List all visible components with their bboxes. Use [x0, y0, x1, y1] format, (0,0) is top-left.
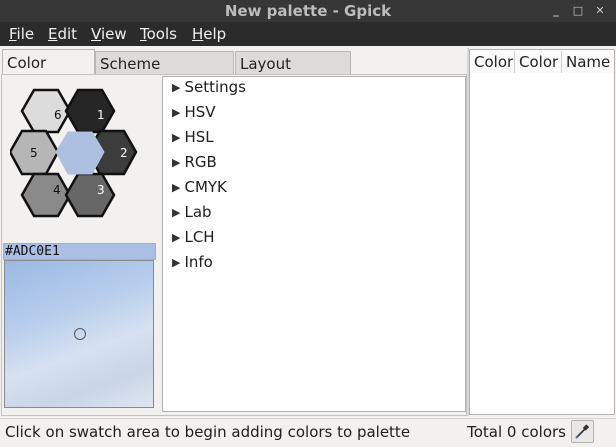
menu-bar: File Edit View Tools Help: [0, 22, 616, 46]
swatch-label-3: 3: [97, 183, 105, 197]
expand-arrow-icon: ▶: [172, 156, 181, 169]
palette-list[interactable]: [469, 49, 615, 415]
swatch-label-1: 1: [97, 108, 105, 122]
tree-item-rgb[interactable]: ▶ RGB: [172, 153, 217, 171]
color-hex-field[interactable]: #ADC0E1: [3, 243, 156, 260]
tab-layout-preview[interactable]: Layout preview: [235, 51, 351, 97]
swatch-cell-1: [64, 88, 116, 134]
swatch-cell-4: [20, 172, 72, 218]
tree-item-hsl[interactable]: ▶ HSL: [172, 128, 214, 146]
tab-scheme-generation[interactable]: Scheme generation: [95, 51, 234, 97]
palette-column-color-text[interactable]: Color: [515, 51, 562, 73]
menu-help[interactable]: Help: [192, 25, 226, 43]
menu-edit[interactable]: Edit: [48, 25, 77, 43]
zoom-preview[interactable]: [4, 260, 154, 408]
minimize-icon[interactable]: _: [548, 3, 564, 19]
swatch-label-6: 6: [54, 108, 62, 122]
expand-arrow-icon: ▶: [172, 256, 181, 269]
swatch-cell-3: [64, 172, 116, 218]
close-icon[interactable]: ✕: [592, 3, 608, 19]
palette-column-name[interactable]: Name: [562, 51, 614, 73]
tree-item-settings[interactable]: ▶ Settings: [172, 78, 246, 96]
tab-color-picker[interactable]: Color picker: [2, 49, 95, 98]
eyedropper-icon: [575, 424, 590, 439]
expand-arrow-icon: ▶: [172, 131, 181, 144]
menu-tools[interactable]: Tools: [140, 25, 177, 43]
swatch-label-4: 4: [53, 183, 61, 197]
menu-file[interactable]: File: [9, 25, 34, 43]
swatch-label-2: 2: [120, 146, 128, 160]
tree-item-info[interactable]: ▶ Info: [172, 253, 213, 271]
tree-item-cmyk[interactable]: ▶ CMYK: [172, 178, 227, 196]
color-swatch[interactable]: 6 1 5 2 4 3: [10, 88, 150, 222]
tree-item-lch[interactable]: ▶ LCH: [172, 228, 215, 246]
expand-arrow-icon: ▶: [172, 106, 181, 119]
maximize-icon[interactable]: □: [570, 3, 586, 19]
expand-arrow-icon: ▶: [172, 231, 181, 244]
tree-item-hsv[interactable]: ▶ HSV: [172, 103, 216, 121]
swatch-cell-6: [20, 88, 72, 134]
menu-view[interactable]: View: [91, 25, 127, 43]
expand-arrow-icon: ▶: [172, 181, 181, 194]
title-bar: New palette - Gpick _ □ ✕: [0, 0, 616, 22]
cursor-ring-icon: [74, 328, 86, 340]
expand-arrow-icon: ▶: [172, 81, 181, 94]
palette-column-color[interactable]: Color: [470, 51, 515, 73]
eyedropper-button[interactable]: [571, 420, 594, 443]
expand-arrow-icon: ▶: [172, 206, 181, 219]
color-count: Total 0 colors: [467, 423, 566, 441]
window-title: New palette - Gpick: [224, 2, 392, 20]
swatch-label-5: 5: [30, 146, 38, 160]
status-hint: Click on swatch area to begin adding col…: [5, 423, 411, 441]
tree-item-lab[interactable]: ▶ Lab: [172, 203, 212, 221]
